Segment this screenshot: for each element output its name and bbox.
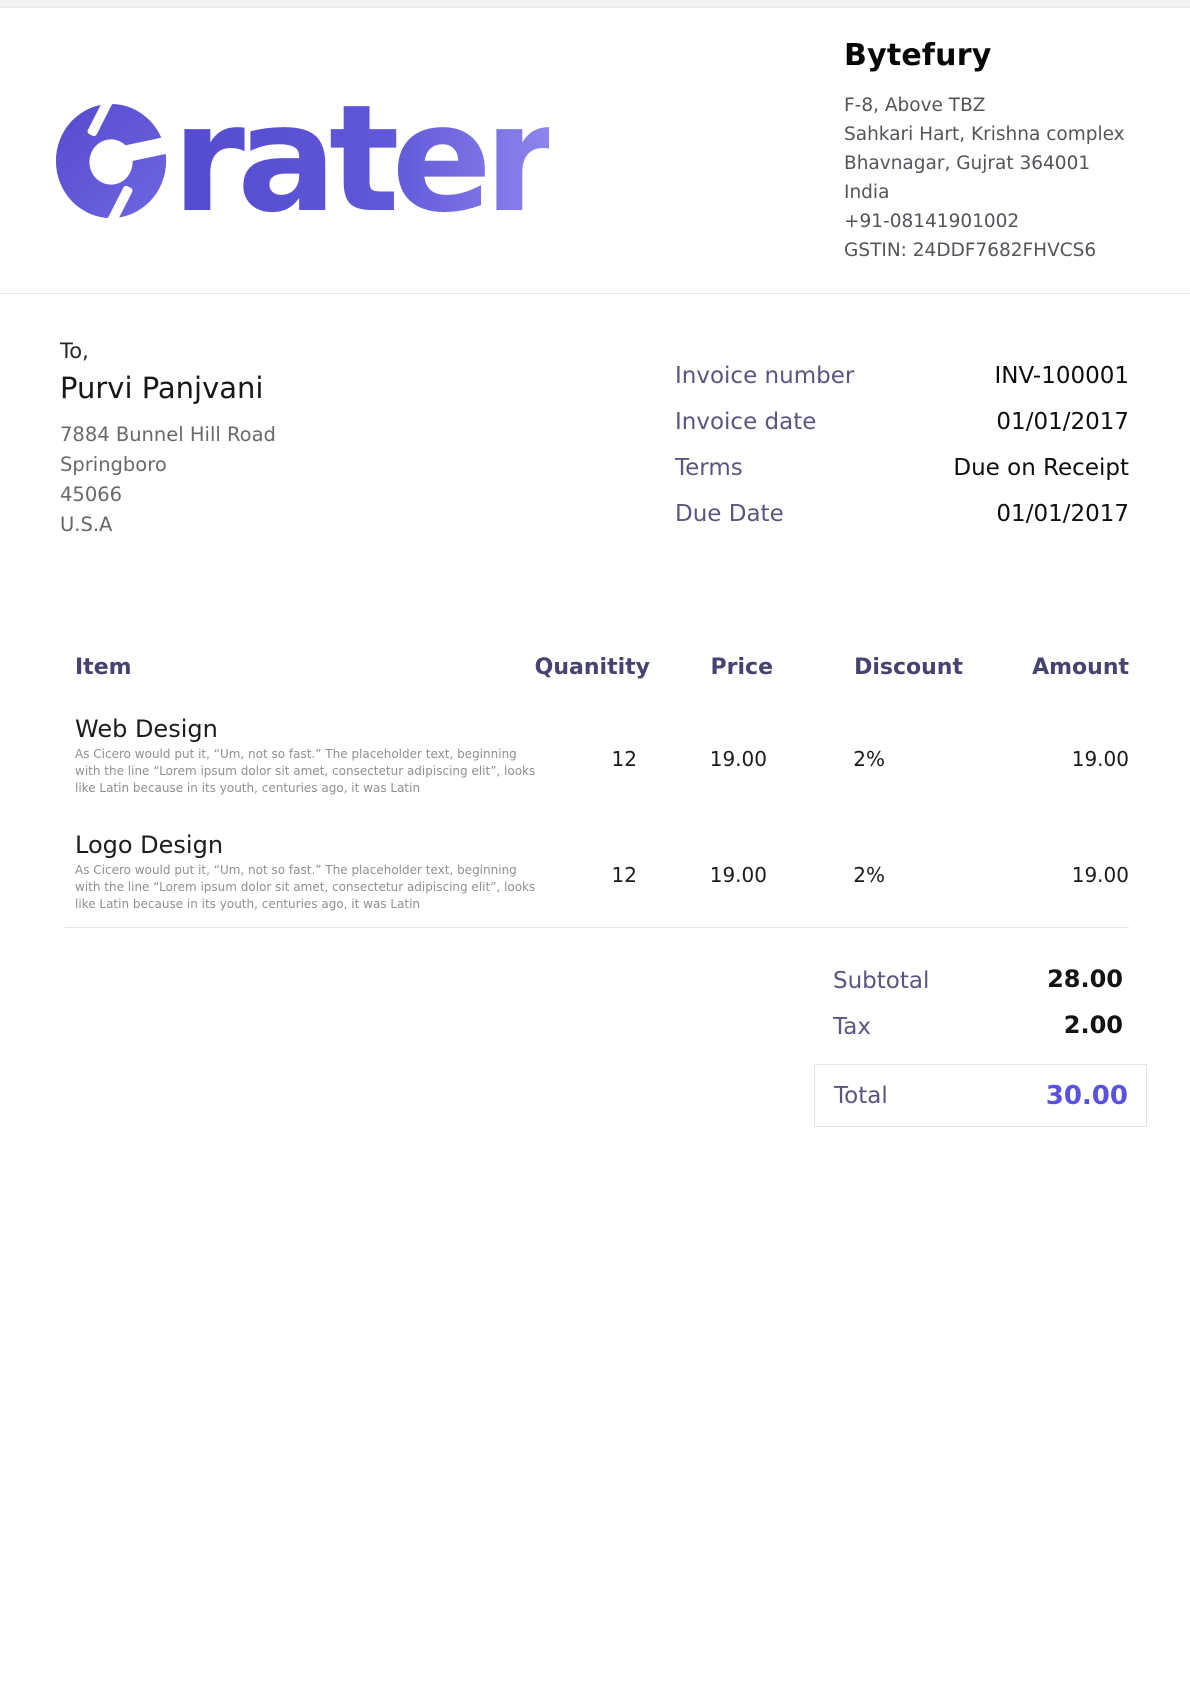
- tax-label: Tax: [833, 1012, 871, 1042]
- invoice-number-label: Invoice number: [675, 361, 854, 391]
- total-value: 30.00: [1046, 1081, 1128, 1111]
- company-address-line: F-8, Above TBZ: [844, 91, 1144, 120]
- invoice-meta-row: Invoice date 01/01/2017: [675, 407, 1129, 453]
- customer-address-line: U.S.A: [60, 510, 276, 540]
- total-box: Total 30.00: [814, 1064, 1147, 1127]
- company-gstin: GSTIN: 24DDF7682FHVCS6: [844, 236, 1144, 265]
- crater-logo: rater: [52, 94, 549, 224]
- customer-address-line: 7884 Bunnel Hill Road: [60, 420, 276, 450]
- terms-label: Terms: [675, 453, 743, 483]
- invoice-meta-row: Terms Due on Receipt: [675, 453, 1129, 499]
- invoice-meta-row: Invoice number INV-100001: [675, 361, 1129, 407]
- invoice-page: rater Bytefury F-8, Above TBZ Sahkari Ha…: [0, 0, 1190, 1684]
- header-divider: [0, 293, 1190, 294]
- company-name: Bytefury: [844, 38, 1144, 73]
- column-header-amount: Amount: [1032, 652, 1129, 684]
- item-amount: 19.00: [1072, 863, 1129, 887]
- invoice-date-value: 01/01/2017: [996, 407, 1129, 437]
- column-header-price: Price: [711, 652, 773, 684]
- invoice-meta-row: Due Date 01/01/2017: [675, 499, 1129, 545]
- item-price: 19.00: [710, 747, 767, 771]
- item-price: 19.00: [710, 863, 767, 887]
- item-description: As Cicero would put it, “Um, not so fast…: [75, 862, 535, 913]
- customer-address-line: 45066: [60, 480, 276, 510]
- window-top-edge: [0, 0, 1190, 8]
- customer-name: Purvi Panjvani: [60, 370, 276, 407]
- item-quantity: 12: [612, 863, 637, 887]
- item-discount: 2%: [853, 747, 885, 771]
- subtotal-label: Subtotal: [833, 966, 929, 996]
- item-quantity: 12: [612, 747, 637, 771]
- item-amount: 19.00: [1072, 747, 1129, 771]
- customer-address: 7884 Bunnel Hill Road Springboro 45066 U…: [60, 420, 276, 540]
- column-header-item: Item: [75, 652, 132, 684]
- total-label: Total: [834, 1083, 888, 1109]
- item-name: Web Design: [75, 714, 218, 744]
- item-description: As Cicero would put it, “Um, not so fast…: [75, 746, 535, 797]
- bill-to-block: To, Purvi Panjvani 7884 Bunnel Hill Road…: [60, 338, 276, 540]
- table-bottom-divider: [65, 927, 1129, 928]
- company-phone: +91-08141901002: [844, 207, 1144, 236]
- crater-logo-c-icon: [52, 98, 170, 224]
- company-info: Bytefury F-8, Above TBZ Sahkari Hart, Kr…: [844, 38, 1144, 265]
- item-name: Logo Design: [75, 830, 223, 860]
- terms-value: Due on Receipt: [953, 453, 1129, 483]
- column-header-discount: Discount: [854, 652, 963, 684]
- tax-value: 2.00: [1064, 1010, 1123, 1040]
- invoice-date-label: Invoice date: [675, 407, 816, 437]
- company-address-line: India: [844, 178, 1144, 207]
- crater-logo-wordmark: rater: [172, 94, 549, 224]
- customer-address-line: Springboro: [60, 450, 276, 480]
- column-header-quantity: Quanitity: [535, 652, 650, 684]
- item-discount: 2%: [853, 863, 885, 887]
- due-date-label: Due Date: [675, 499, 784, 529]
- invoice-number-value: INV-100001: [995, 361, 1129, 391]
- subtotal-value: 28.00: [1047, 964, 1123, 994]
- bill-to-label: To,: [60, 338, 276, 365]
- due-date-value: 01/01/2017: [996, 499, 1129, 529]
- company-address-line: Bhavnagar, Gujrat 364001: [844, 149, 1144, 178]
- invoice-meta: Invoice number INV-100001 Invoice date 0…: [675, 361, 1129, 545]
- company-address-line: Sahkari Hart, Krishna complex: [844, 120, 1144, 149]
